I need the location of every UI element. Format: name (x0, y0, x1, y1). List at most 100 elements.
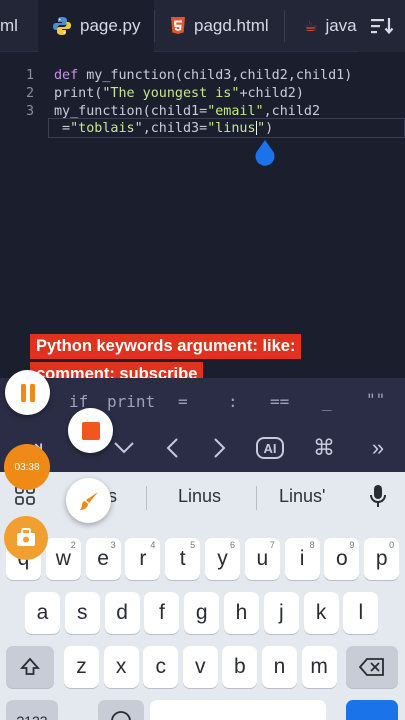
key-r[interactable]: r4 (125, 538, 161, 580)
code-token: my_function(child1= (54, 104, 208, 119)
python-icon (53, 17, 71, 35)
key-j[interactable]: j (263, 592, 299, 634)
backspace-key[interactable] (346, 646, 398, 688)
code-token: ,child3= (142, 121, 208, 136)
symbol-quotes[interactable]: "" (366, 390, 385, 409)
key-z[interactable]: z (64, 646, 99, 688)
key-l[interactable]: l (343, 592, 379, 634)
key-g[interactable]: g (184, 592, 220, 634)
key-h[interactable]: h (224, 592, 259, 634)
recorder-pause-button[interactable] (5, 370, 50, 415)
key-p[interactable]: p0 (364, 538, 400, 580)
microphone-icon[interactable] (368, 484, 390, 512)
key-label: c (155, 655, 166, 678)
string-token: "The youngest is" (102, 86, 240, 101)
key-label: n (273, 655, 286, 678)
stop-icon (81, 421, 100, 440)
code-token: = (54, 121, 71, 136)
java-icon: ☕ (304, 18, 318, 35)
brush-icon (79, 491, 98, 510)
suggestion-2[interactable]: Linus (178, 486, 221, 507)
key-label: t (179, 547, 186, 570)
arrow-right-icon[interactable] (204, 432, 236, 464)
ai-assist-button[interactable]: AI (254, 432, 286, 464)
tab-label: page.py (80, 16, 141, 35)
tab-pagd-html[interactable]: pagd.html (156, 0, 284, 52)
code-token: +child2) (239, 86, 304, 101)
key-hint: 4 (150, 540, 156, 550)
key-v[interactable]: v (182, 646, 218, 688)
key-hint: 5 (190, 540, 196, 550)
key-label: p (375, 547, 388, 570)
recorder-timer[interactable]: 03:38 (4, 444, 50, 490)
key-y[interactable]: y6 (205, 538, 240, 580)
key-e[interactable]: e3 (85, 538, 121, 580)
recorder-stop-button[interactable] (68, 408, 113, 453)
key-hint: 7 (269, 540, 275, 550)
key-label: f (158, 601, 165, 624)
key-x[interactable]: x (103, 646, 139, 688)
shift-icon (19, 657, 41, 675)
key-f[interactable]: f (144, 592, 180, 634)
tab-sort-button[interactable] (358, 0, 405, 52)
key-label: i (299, 547, 305, 570)
key-label: z (76, 655, 87, 678)
enter-key[interactable] (346, 700, 398, 720)
key-s[interactable]: s (64, 592, 100, 634)
symbol-print[interactable]: print (107, 392, 155, 411)
symbol-colon[interactable]: : (228, 392, 238, 411)
key-label: v (195, 655, 206, 678)
key-k[interactable]: k (303, 592, 339, 634)
cursor-handle-icon[interactable] (254, 140, 276, 166)
backspace-icon (359, 658, 384, 676)
code-token: ) (265, 121, 274, 136)
recorder-tools-button[interactable] (4, 516, 48, 560)
key-c[interactable]: c (143, 646, 179, 688)
symbol-double-equals[interactable]: == (270, 392, 289, 411)
key-label: d (116, 601, 128, 624)
key-label: j (278, 601, 284, 624)
emoji-key[interactable] (98, 700, 144, 720)
tab-java[interactable]: ☕ java (286, 0, 358, 52)
key-n[interactable]: n (262, 646, 297, 688)
symbol-equals[interactable]: = (178, 392, 188, 411)
chevron-down-icon[interactable] (108, 432, 140, 464)
key-a[interactable]: a (25, 592, 60, 634)
key-label: g (195, 601, 208, 624)
symbols-key[interactable]: ?123 (6, 700, 58, 720)
key-m[interactable]: m (301, 646, 337, 688)
code-line-1: def my_function(child3,child2,child1) (54, 68, 352, 83)
space-key[interactable] (150, 700, 326, 720)
code-line-3: my_function(child1="email",child2 (54, 104, 320, 119)
arrow-left-icon[interactable] (156, 432, 188, 464)
key-w[interactable]: w2 (45, 538, 81, 580)
key-label: m (310, 655, 328, 678)
code-editor[interactable]: 1 2 3 def my_function(child3,child2,chil… (0, 52, 405, 340)
key-hint: 8 (309, 540, 315, 550)
tab-page-py[interactable]: page.py (38, 0, 154, 52)
key-i[interactable]: i8 (284, 538, 320, 580)
key-d[interactable]: d (104, 592, 140, 634)
recorder-draw-button[interactable] (66, 478, 111, 523)
code-line-3-wrap: ="toblais",child3="linus ") (54, 121, 273, 136)
key-o[interactable]: o9 (324, 538, 360, 580)
line-number: 1 (25, 68, 34, 83)
key-t[interactable]: t5 (165, 538, 201, 580)
key-label: u (256, 547, 269, 570)
shift-key[interactable] (6, 646, 54, 688)
double-chevron-right-icon[interactable]: » (362, 432, 394, 464)
key-u[interactable]: u7 (244, 538, 280, 580)
key-b[interactable]: b (222, 646, 258, 688)
tab-label: pagd.html (194, 16, 269, 35)
symbol-underscore[interactable]: _ (322, 392, 332, 411)
editor-nav-toolbar: ⇥ AI ⌘ » (0, 424, 405, 472)
ai-icon: AI (256, 437, 284, 459)
key-label: r (139, 547, 147, 570)
key-hint: 3 (110, 540, 116, 550)
tab-label: java (325, 16, 357, 35)
line-number: 3 (25, 104, 34, 119)
command-icon[interactable]: ⌘ (308, 432, 340, 464)
suggestion-3[interactable]: Linus' (279, 486, 325, 507)
tab-html-partial[interactable]: ml (0, 0, 22, 52)
key-label: k (315, 601, 327, 624)
